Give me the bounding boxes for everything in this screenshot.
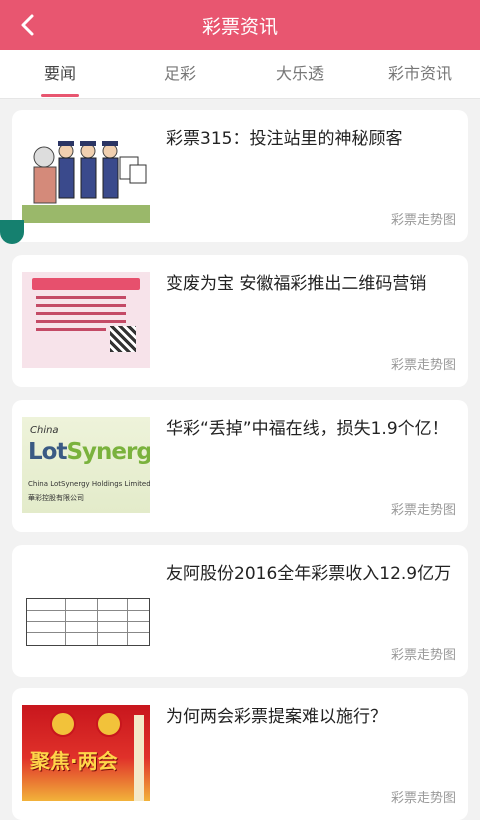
floating-action-button[interactable]	[0, 220, 24, 244]
article-card[interactable]: China LotSynergy China LotSynergy Holdin…	[12, 400, 468, 532]
article-thumbnail: China LotSynergy China LotSynergy Holdin…	[22, 417, 150, 513]
tab-label: 彩市资讯	[387, 64, 452, 83]
ticket-line	[36, 328, 106, 331]
article-tag: 彩票走势图	[390, 503, 456, 518]
ticket-header	[32, 278, 140, 290]
article-card[interactable]: 友阿股份2016全年彩票收入12.9亿万 彩票走势图	[12, 545, 468, 677]
tab-bar: 要闻 足彩 大乐透 彩市资讯	[0, 50, 480, 99]
revenue-table-image	[26, 598, 150, 646]
article-tag: 彩票走势图	[390, 791, 456, 806]
article-card[interactable]: 彩票315：投注站里的神秘顾客 彩票走势图	[12, 110, 468, 242]
logo-caption: 華彩控股有限公司	[28, 494, 84, 502]
back-arrow-icon[interactable]	[14, 10, 44, 40]
tab-super-lotto[interactable]: 大乐透	[240, 50, 360, 98]
emblem-icon	[96, 711, 122, 737]
article-card[interactable]: 变废为宝 安徽福彩推出二维码营销 彩票走势图	[12, 255, 468, 387]
article-title: 友阿股份2016全年彩票收入12.9亿万	[166, 564, 452, 584]
tab-headlines[interactable]: 要闻	[0, 50, 120, 98]
article-tag: 彩票走势图	[390, 648, 456, 663]
article-thumbnail: 聚焦·两会	[22, 705, 150, 801]
article-title: 华彩“丢掉”中福在线，损失1.9个亿！	[166, 419, 449, 439]
qr-code-icon	[110, 326, 136, 352]
logo-caption: China	[30, 425, 59, 436]
tab-label: 足彩	[163, 64, 196, 83]
article-title: 为何两会彩票提案难以施行？	[166, 707, 387, 727]
tab-label: 大乐透	[275, 64, 324, 83]
ticket-line	[36, 296, 126, 299]
tab-label: 要闻	[43, 64, 76, 83]
top-bar: 彩票资讯	[0, 0, 480, 50]
article-thumbnail	[22, 562, 150, 658]
article-title: 变废为宝 安徽福彩推出二维码营销	[166, 274, 427, 294]
company-logo: LotSynergy	[28, 439, 150, 465]
article-thumbnail	[22, 272, 150, 368]
banner-text: 聚焦·两会	[30, 749, 118, 773]
article-tag: 彩票走势图	[390, 358, 456, 373]
article-card[interactable]: 聚焦·两会 为何两会彩票提案难以施行？ 彩票走势图	[12, 688, 468, 820]
cartoon-illustration-icon	[22, 127, 150, 223]
article-title: 彩票315：投注站里的神秘顾客	[166, 129, 403, 149]
tab-market-news[interactable]: 彩市资讯	[360, 50, 480, 98]
logo-text: Synergy	[66, 439, 150, 465]
pillar-icon	[134, 715, 144, 801]
logo-text: Lot	[28, 439, 67, 465]
ticket-line	[36, 312, 126, 315]
ticket-line	[36, 320, 126, 323]
logo-caption: China LotSynergy Holdings Limited	[28, 480, 150, 488]
tab-football-lottery[interactable]: 足彩	[120, 50, 240, 98]
article-thumbnail	[22, 127, 150, 223]
ticket-line	[36, 304, 126, 307]
article-tag: 彩票走势图	[390, 213, 456, 228]
emblem-icon	[50, 711, 76, 737]
active-tab-indicator	[40, 94, 80, 97]
page-title: 彩票资讯	[201, 15, 278, 38]
